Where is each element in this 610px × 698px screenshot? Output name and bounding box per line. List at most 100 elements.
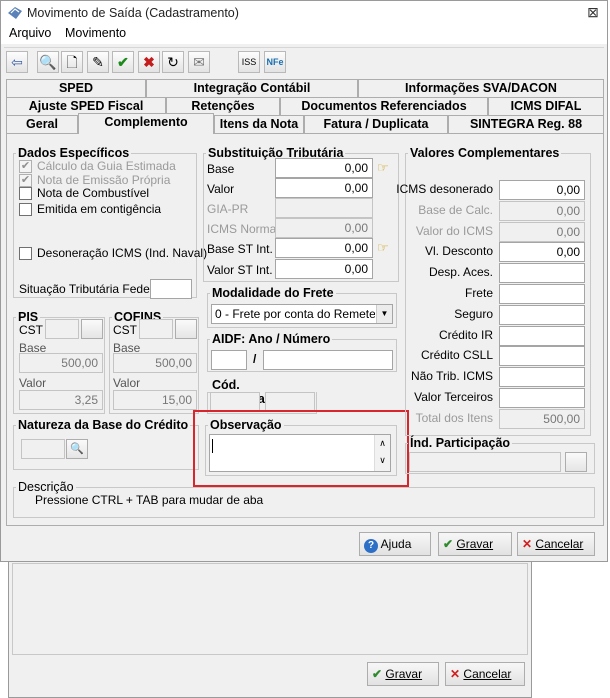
check-icon: ✔: [372, 667, 383, 681]
valores-label: Base de Calc.: [418, 202, 493, 217]
valores-input[interactable]: 0,00: [499, 242, 585, 263]
iss-icon[interactable]: ISS: [238, 51, 260, 73]
tab-itens-da-nota[interactable]: Itens da Nota: [214, 115, 304, 133]
valores-input[interactable]: 0,00: [499, 221, 585, 242]
tab-sintegra[interactable]: SINTEGRA Reg. 88: [448, 115, 604, 133]
valores-label: Valor do ICMS: [415, 223, 493, 238]
aidf-numero-input[interactable]: [263, 350, 393, 370]
pis-legend: PIS: [18, 310, 39, 324]
background-cancelar-button[interactable]: ✕ Cancelar: [445, 662, 525, 686]
tab-fatura-duplicata[interactable]: Fatura / Duplicata: [304, 115, 448, 133]
close-icon[interactable]: ⊠: [583, 4, 603, 22]
valores-input[interactable]: 500,00: [499, 408, 585, 429]
embarcacao-code-input[interactable]: [210, 392, 260, 412]
new-doc-icon[interactable]: 🗋: [61, 51, 83, 73]
refresh-icon[interactable]: ↻: [162, 51, 184, 73]
subst-gia-input[interactable]: [275, 198, 373, 218]
emitida-contingencia-checkbox[interactable]: [19, 203, 32, 216]
chevron-down-icon[interactable]: ▼: [376, 305, 392, 323]
valores-input[interactable]: 0,00: [499, 180, 585, 200]
check-icon: ✔: [443, 537, 454, 551]
tab-informacoes-sva[interactable]: Informações SVA/DACON: [358, 79, 604, 97]
cofins-base-input[interactable]: 500,00: [113, 353, 197, 373]
nota-emissao-propria-checkbox[interactable]: ✔: [19, 174, 32, 187]
text-cursor: [212, 439, 213, 453]
scroll-down-icon[interactable]: ∨: [375, 452, 390, 469]
pis-valor-input[interactable]: 3,25: [19, 390, 103, 410]
cofins-valor-input[interactable]: 15,00: [113, 390, 197, 410]
tab-icms-difal[interactable]: ICMS DIFAL: [488, 97, 604, 115]
valores-label: Não Trib. ICMS: [410, 369, 493, 384]
valores-input[interactable]: [499, 346, 585, 367]
observacao-scrollbar[interactable]: ∧ ∨: [374, 435, 390, 471]
valores-label: Seguro: [454, 306, 493, 321]
situacao-tributaria-input[interactable]: [150, 279, 192, 299]
confirm-check-icon[interactable]: ✔: [112, 51, 134, 73]
window-title: Movimento de Saída (Cadastramento): [27, 6, 239, 20]
valores-label: ICMS desonerado: [396, 182, 493, 196]
mail-icon[interactable]: ✉: [188, 51, 210, 73]
observacao-textarea[interactable]: ∧ ∨: [209, 434, 391, 472]
edit-icon[interactable]: ✎: [87, 51, 109, 73]
desoneracao-checkbox[interactable]: [19, 247, 32, 260]
aidf-legend: AIDF: Ano / Número: [212, 332, 331, 346]
pis-cst-input[interactable]: [45, 319, 79, 339]
valores-input[interactable]: [499, 263, 585, 284]
participacao-input[interactable]: [409, 452, 561, 472]
background-panel: [12, 563, 528, 655]
valores-input[interactable]: 0,00: [499, 200, 585, 221]
main-window: Movimento de Saída (Cadastramento) ⊠ Arq…: [0, 0, 608, 562]
pis-base-input[interactable]: 500,00: [19, 353, 103, 373]
ajuda-button[interactable]: ? Ajuda: [359, 532, 431, 556]
subst-base-input[interactable]: 0,00: [275, 158, 373, 178]
valores-label: Frete: [464, 286, 493, 300]
menu-bar: Arquivo Movimento: [1, 25, 607, 44]
valores-input[interactable]: [499, 325, 585, 346]
subst-base-st-input[interactable]: 0,00: [275, 238, 373, 258]
tab-integracao-contabil[interactable]: Integração Contábil: [146, 79, 358, 97]
tab-documentos-referenciados[interactable]: Documentos Referenciados: [280, 97, 488, 115]
app-icon: [7, 6, 23, 20]
frete-select[interactable]: 0 - Frete por conta do Remeter ▼: [211, 304, 393, 324]
valores-input[interactable]: [499, 304, 585, 325]
search-icon[interactable]: 🔍: [37, 51, 59, 73]
tab-geral[interactable]: Geral: [6, 115, 78, 133]
valores-input[interactable]: [499, 388, 585, 408]
embarcacao-desc-input[interactable]: [265, 392, 315, 412]
subst-base-hand-icon[interactable]: ☞: [377, 160, 397, 178]
exit-icon[interactable]: ⇦: [6, 51, 28, 73]
subst-valor-st-input[interactable]: 0,00: [275, 259, 373, 279]
modalidade-frete-legend: Modalidade do Frete: [212, 286, 334, 300]
situacao-tributaria-label: Situação Tributária Federal: [19, 282, 164, 296]
menu-arquivo[interactable]: Arquivo: [9, 26, 51, 40]
scroll-up-icon[interactable]: ∧: [375, 435, 390, 452]
natureza-input[interactable]: [21, 439, 65, 459]
subst-gia-label: GIA-PR: [207, 202, 249, 216]
cofins-valor-label: Valor: [113, 376, 141, 390]
natureza-search-icon[interactable]: 🔍: [66, 439, 88, 459]
valores-input[interactable]: [499, 367, 585, 388]
gravar-button[interactable]: ✔ Gravar: [438, 532, 512, 556]
delete-icon[interactable]: ✖: [138, 51, 160, 73]
aidf-ano-input[interactable]: [211, 350, 247, 370]
nota-combustivel-label: Nota de Combustível: [37, 186, 150, 200]
participacao-button[interactable]: [565, 452, 587, 472]
background-gravar-button[interactable]: ✔ Gravar: [367, 662, 439, 686]
tab-sped[interactable]: SPED: [6, 79, 146, 97]
subst-valor-input[interactable]: 0,00: [275, 178, 373, 198]
valores-input[interactable]: [499, 284, 585, 304]
cancelar-button[interactable]: ✕ Cancelar: [517, 532, 595, 556]
cofins-cst-input[interactable]: [139, 319, 173, 339]
nfe-icon[interactable]: NFe: [264, 51, 286, 73]
cofins-cst-button[interactable]: [175, 319, 197, 339]
valores-label: Total dos Itens: [415, 410, 493, 425]
subst-icms-normal-input[interactable]: 0,00: [275, 218, 373, 238]
valores-label: Valor Terceiros: [414, 390, 493, 404]
nota-combustivel-checkbox[interactable]: [19, 187, 32, 200]
pis-cst-button[interactable]: [81, 319, 103, 339]
tab-complemento[interactable]: Complemento: [78, 113, 214, 134]
menu-movimento[interactable]: Movimento: [65, 26, 126, 40]
valores-label: Desp. Aces.: [428, 265, 493, 280]
subst-base-st-hand-icon[interactable]: ☞: [377, 240, 397, 258]
calculo-guia-checkbox[interactable]: ✔: [19, 160, 32, 173]
